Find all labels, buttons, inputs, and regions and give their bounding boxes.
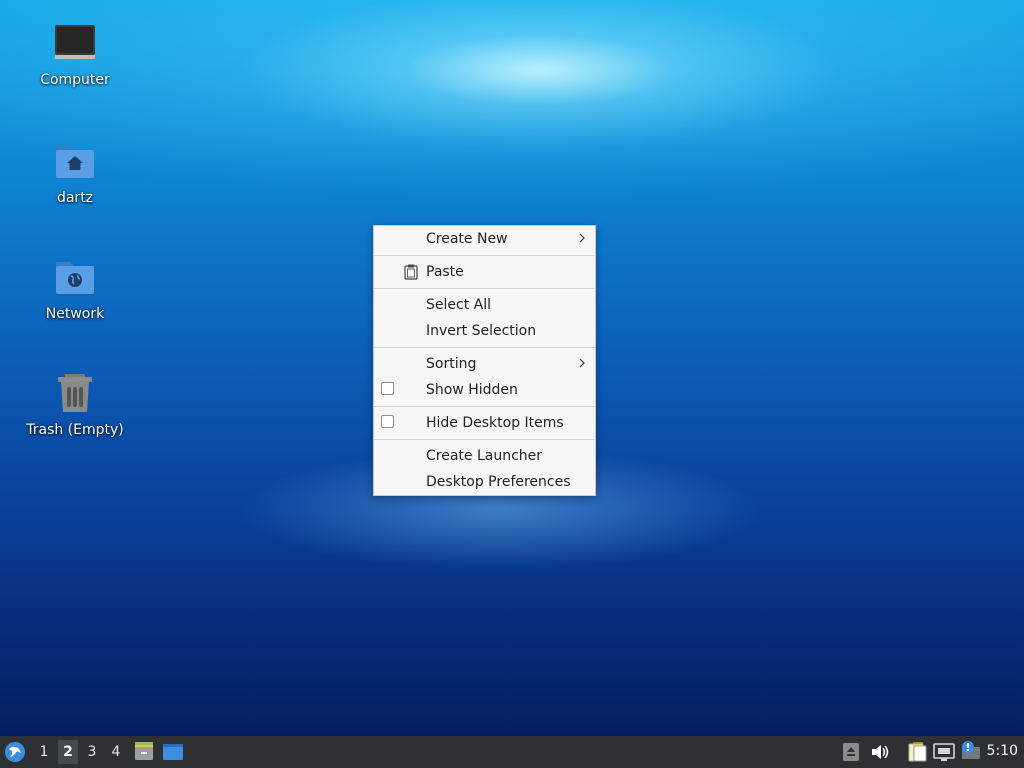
network-folder-icon [53, 256, 97, 300]
update-notifier-icon[interactable] [960, 740, 982, 766]
clipboard-icon[interactable] [906, 741, 928, 767]
desktop-background[interactable]: Computer dartz Network Trash (Empty) Cre… [0, 0, 1024, 736]
menu-item-label: Show Hidden [426, 382, 518, 398]
menu-item-label: Create Launcher [426, 448, 543, 464]
show-hidden-checkbox[interactable] [381, 382, 394, 395]
menu-item-desktop-preferences[interactable]: Desktop Preferences [374, 469, 595, 495]
menu-separator [374, 347, 595, 348]
menu-separator [374, 288, 595, 289]
network-icon[interactable] [933, 742, 955, 766]
desktop-icon-label: Trash (Empty) [26, 422, 124, 438]
taskbar: 1 2 3 4 5:10 [0, 736, 1024, 768]
menu-item-label: Create New [426, 231, 508, 247]
menu-item-label: Hide Desktop Items [426, 415, 564, 431]
menu-item-hide-desktop-items[interactable]: Hide Desktop Items [374, 410, 595, 436]
workspace-4-button[interactable]: 4 [106, 744, 126, 760]
chevron-right-icon [577, 231, 587, 245]
menu-separator [374, 439, 595, 440]
start-menu-icon[interactable] [4, 741, 26, 767]
menu-separator [374, 406, 595, 407]
menu-item-create-launcher[interactable]: Create Launcher [374, 443, 595, 469]
desktop-icon-label: dartz [56, 190, 94, 206]
trash-icon [53, 372, 97, 416]
clock[interactable]: 5:10 [987, 743, 1018, 759]
file-manager-icon[interactable] [134, 741, 154, 765]
workspace-2-button[interactable]: 2 [58, 740, 78, 764]
menu-item-label: Invert Selection [426, 323, 537, 339]
menu-item-label: Desktop Preferences [426, 474, 571, 490]
menu-item-label: Select All [426, 297, 491, 313]
desktop-icon-trash[interactable]: Trash (Empty) [15, 372, 135, 438]
desktop-context-menu: Create New Paste Select All Invert Selec… [373, 225, 596, 496]
workspace-3-button[interactable]: 3 [82, 744, 102, 760]
home-folder-icon [53, 140, 97, 184]
menu-item-label: Sorting [426, 356, 477, 372]
workspace-1-button[interactable]: 1 [34, 744, 54, 760]
desktop-icon-network[interactable]: Network [15, 256, 135, 322]
menu-item-create-new[interactable]: Create New [374, 226, 595, 252]
desktop-icon-label: Computer [40, 72, 110, 88]
desktop-icon-dartz[interactable]: dartz [15, 140, 135, 206]
desktop-icon-computer[interactable]: Computer [15, 22, 135, 88]
paste-icon [404, 264, 418, 280]
menu-item-paste[interactable]: Paste [374, 259, 595, 285]
volume-icon[interactable] [870, 742, 890, 766]
menu-separator [374, 255, 595, 256]
menu-item-sorting[interactable]: Sorting [374, 351, 595, 377]
eject-icon[interactable] [842, 742, 860, 766]
show-desktop-icon[interactable] [162, 742, 184, 766]
menu-item-label: Paste [426, 264, 464, 280]
computer-icon [53, 22, 97, 66]
desktop-icon-label: Network [45, 306, 105, 322]
chevron-right-icon [577, 356, 587, 370]
menu-item-select-all[interactable]: Select All [374, 292, 595, 318]
hide-desktop-items-checkbox[interactable] [381, 415, 394, 428]
menu-item-show-hidden[interactable]: Show Hidden [374, 377, 595, 403]
menu-item-invert-selection[interactable]: Invert Selection [374, 318, 595, 344]
